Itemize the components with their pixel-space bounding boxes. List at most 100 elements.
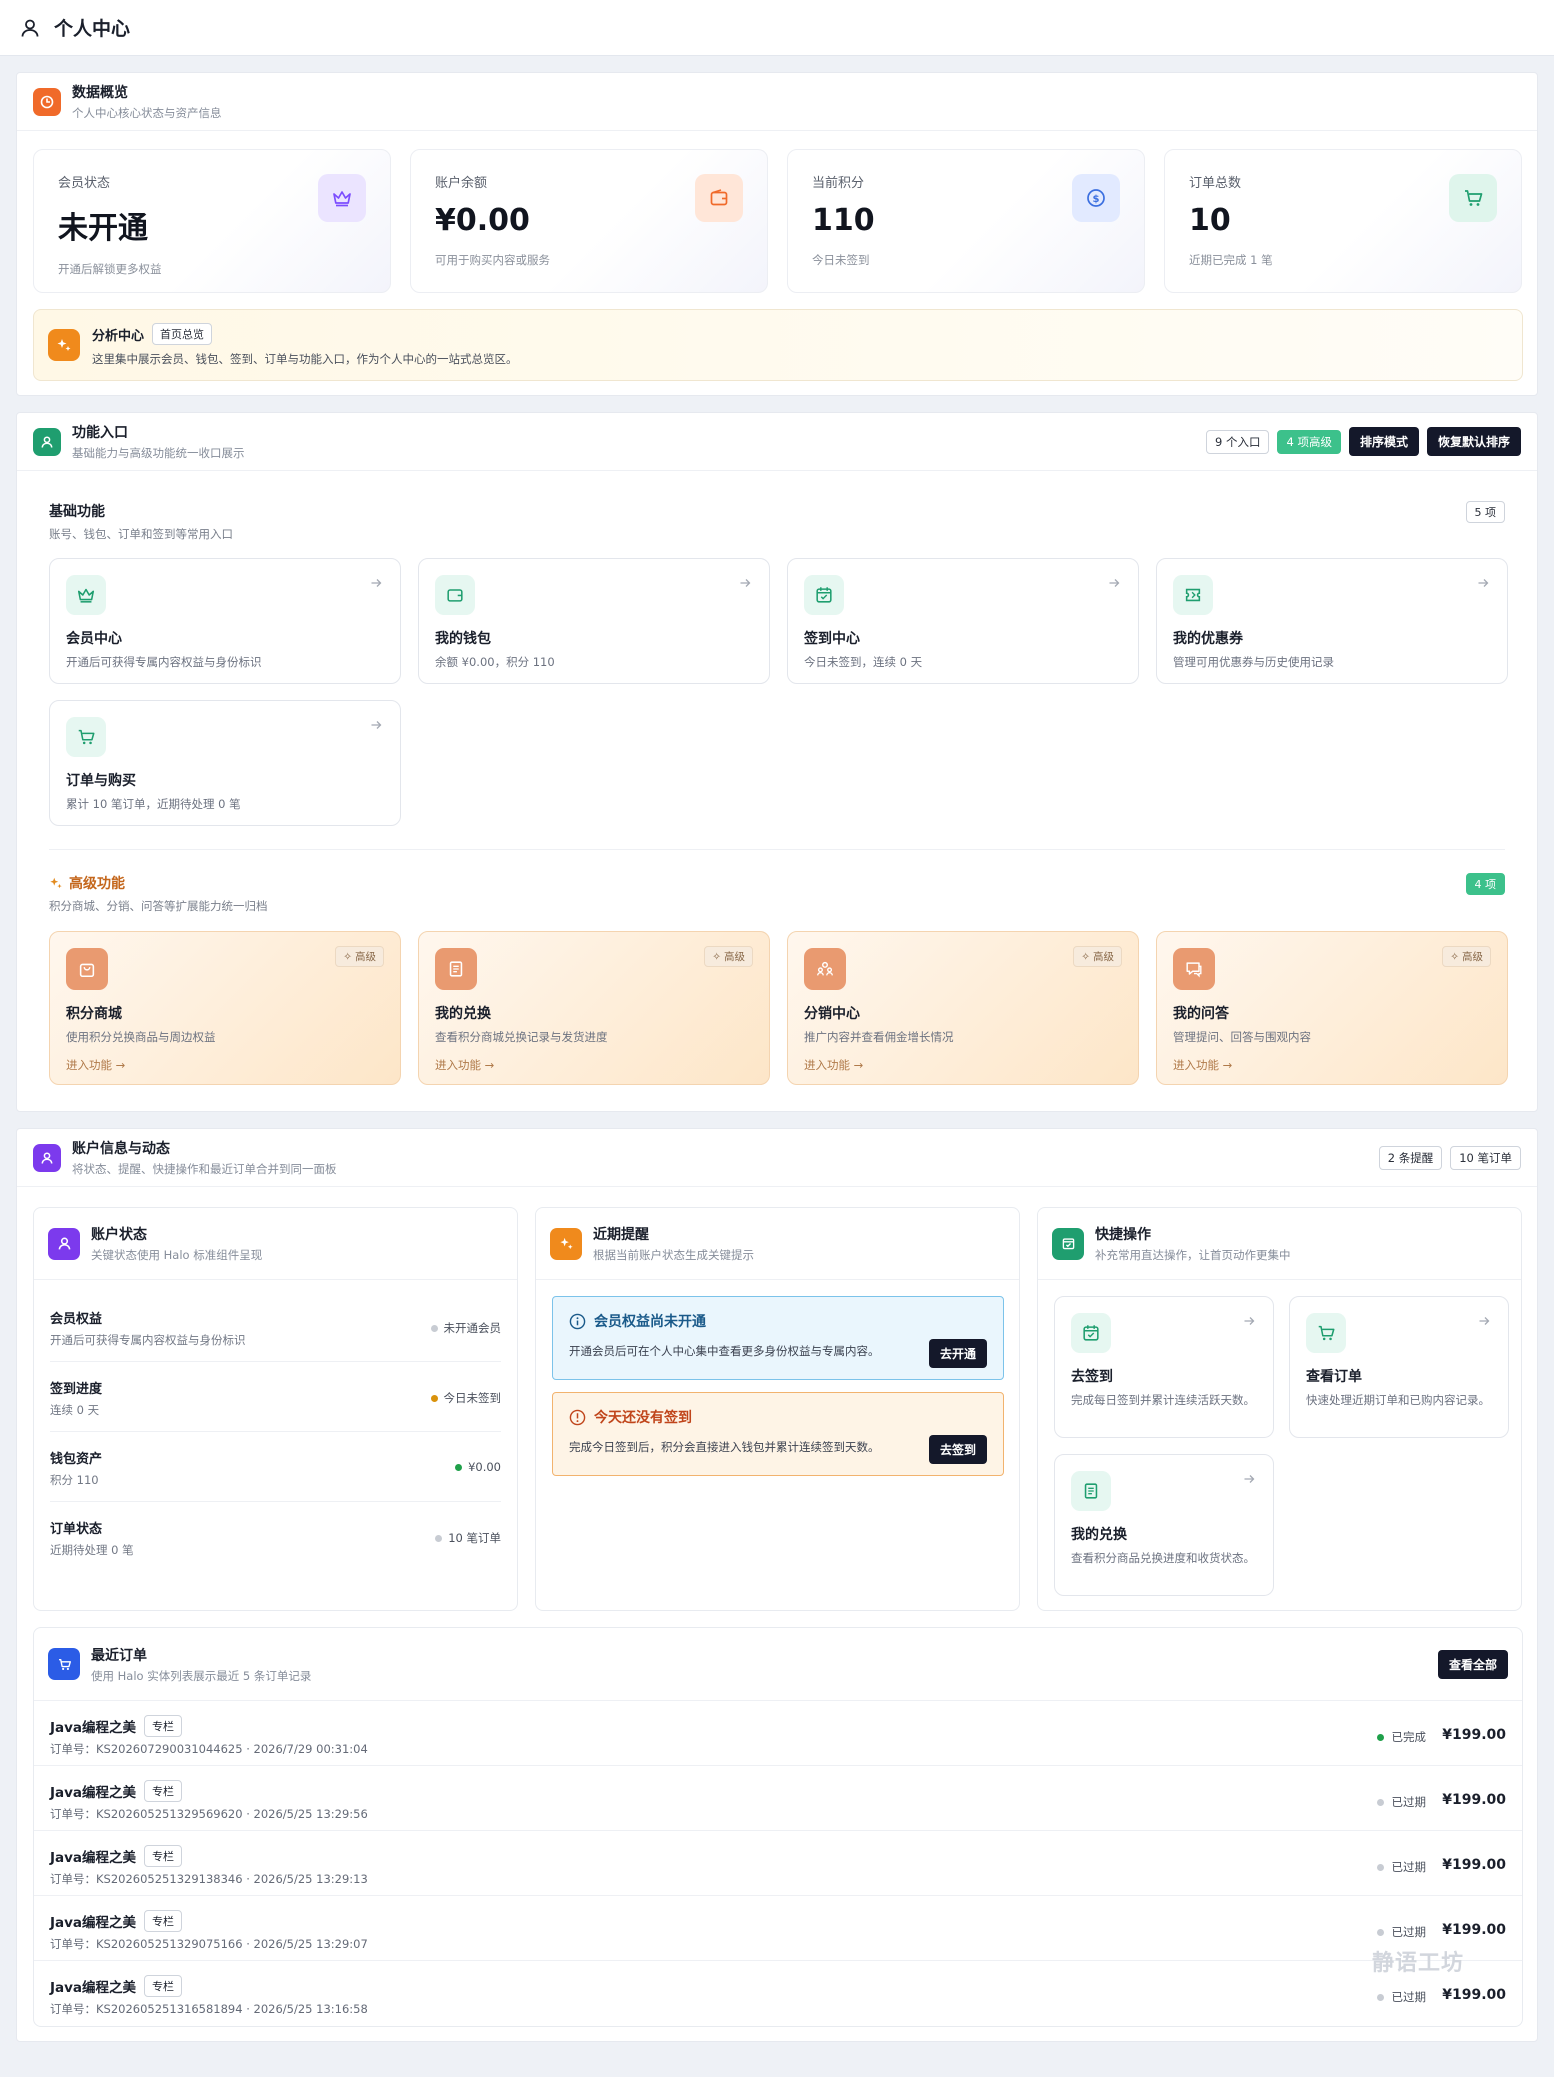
adv-card-qa[interactable]: ✧ 高级 我的问答 管理提问、回答与围观内容 进入功能 → [1156,931,1508,1085]
functions-panel: 功能入口 基础能力与高级功能统一收口展示 9 个入口 4 项高级 排序模式 恢复… [16,412,1538,1112]
order-row[interactable]: Java编程之美 专栏 订单号：KS202605251329138346 · 20… [34,1830,1522,1895]
sparkle-icon: ✧ [712,950,721,963]
warning-icon [569,1409,586,1426]
page-title: 个人中心 [54,18,131,40]
orders-title: 最近订单 [91,1647,147,1664]
reset-sort-button[interactable]: 恢复默认排序 [1426,427,1521,456]
quick-card-checkin[interactable]: 去签到 完成每日签到并累计连续活跃天数。 [1054,1296,1274,1438]
order-tag: 专栏 [144,1910,183,1932]
quick-card-exchange[interactable]: 我的兑换 查看积分商品兑换进度和收货状态。 [1054,1454,1274,1596]
sparkle-icon: ✧ [1081,950,1090,963]
arrow-right-icon [1108,577,1120,589]
adv-name: 我的问答 [1173,1006,1229,1022]
adv-card-points-mall[interactable]: ✧ 高级 积分商城 使用积分兑换商品与周边权益 进入功能 → [49,931,401,1085]
order-row[interactable]: Java编程之美 专栏 订单号：KS202605251329075166 · 20… [34,1895,1522,1960]
cart-icon [48,1648,80,1680]
sort-mode-button[interactable]: 排序模式 [1348,427,1419,456]
adv-desc: 查看积分商城兑换记录与发货进度 [435,1030,608,1044]
status-badge: 今日未签到 [430,1390,501,1406]
func-card-member-center[interactable]: 会员中心 开通后可获得专属内容权益与身份标识 [49,558,401,684]
chart-icon [33,87,61,116]
ticket-icon [1173,575,1213,615]
functions-header: 功能入口 基础能力与高级功能统一收口展示 9 个入口 4 项高级 排序模式 恢复… [17,413,1537,471]
orders-subtitle: 使用 Halo 实体列表展示最近 5 条订单记录 [91,1668,312,1683]
func-card-orders[interactable]: 订单与购买 累计 10 笔订单，近期待处理 0 笔 [49,700,401,826]
status-row-wallet: 钱包资产 积分 110 ¥0.00 [50,1432,501,1502]
func-name: 订单与购买 [66,773,136,789]
advanced-title: 高级功能 [69,876,125,892]
reminders-panel: 近期提醒 根据当前账户状态生成关键提示 会员权益尚未开通 开通会员后可在个人中心… [535,1207,1020,1611]
advanced-badge: ✧ 高级 [1073,946,1122,967]
banner-title: 分析中心 [92,328,145,344]
banner-desc: 这里集中展示会员、钱包、签到、订单与功能入口，作为个人中心的一站式总览区。 [92,352,518,366]
stat-sub: 开通后解锁更多权益 [58,262,162,276]
entry-count-tag: 9 个入口 [1206,429,1270,454]
advanced-badge: ✧ 高级 [704,946,753,967]
func-card-checkin[interactable]: 签到中心 今日未签到，连续 0 天 [787,558,1139,684]
func-card-wallet[interactable]: 我的钱包 余额 ¥0.00，积分 110 [418,558,770,684]
sparkle-icon [550,1227,582,1260]
view-all-orders-button[interactable]: 查看全部 [1437,1649,1508,1679]
functions-subtitle: 基础能力与高级功能统一收口展示 [72,446,245,460]
arrow-right-icon [1243,1473,1255,1485]
chat-icon [1173,948,1215,990]
func-card-coupons[interactable]: 我的优惠券 管理可用优惠券与历史使用记录 [1156,558,1508,684]
func-desc: 累计 10 笔订单，近期待处理 0 笔 [66,797,241,811]
quick-title: 快捷操作 [1095,1227,1151,1243]
analysis-banner: 分析中心 首页总览 这里集中展示会员、钱包、签到、订单与功能入口，作为个人中心的… [33,309,1523,381]
order-tag: 专栏 [144,1845,183,1867]
stat-card-balance[interactable]: 账户余额 ¥0.00 可用于购买内容或服务 [410,149,768,293]
status-title: 账户状态 [91,1227,147,1243]
quick-card-orders[interactable]: 查看订单 快速处理近期订单和已购内容记录。 [1289,1296,1509,1438]
order-row[interactable]: Java编程之美 专栏 订单号：KS202605251316581894 · 20… [34,1960,1522,2025]
func-name: 我的优惠券 [1173,631,1243,647]
adv-card-distribution[interactable]: ✧ 高级 分销中心 推广内容并查看佣金增长情况 进入功能 → [787,931,1139,1085]
func-desc: 管理可用优惠券与历史使用记录 [1173,655,1334,669]
adv-name: 我的兑换 [435,1006,491,1022]
basic-title: 基础功能 [49,504,105,520]
func-desc: 余额 ¥0.00，积分 110 [435,655,555,669]
cart-icon [1449,174,1497,222]
sparkle-icon [49,876,63,890]
arrow-right-icon [1478,1315,1490,1327]
order-row[interactable]: Java编程之美 专栏 订单号：KS20260729003104462​5 · 2… [34,1700,1522,1765]
watermark: 静语工坊 [1372,1951,1465,1976]
status-badge: ¥0.00 [455,1460,501,1474]
calendar-check-icon [804,575,844,615]
arrow-right-icon [1243,1315,1255,1327]
sparkle-icon [48,329,80,361]
reminder-title: 今天还没有签到 [594,1410,692,1426]
info-icon [569,1313,586,1330]
reminders-subtitle: 根据当前账户状态生成关键提示 [593,1248,754,1262]
functions-title: 功能入口 [72,425,128,441]
reminder-checkin: 今天还没有签到 完成今日签到后，积分会直接进入钱包并累计连续签到天数。 去签到 [552,1392,1004,1476]
stat-card-points[interactable]: 当前积分 110 今日未签到 $ [787,149,1145,293]
coin-icon: $ [1072,174,1120,222]
enter-function-link[interactable]: 进入功能 → [804,1057,1122,1073]
activate-membership-button[interactable]: 去开通 [928,1339,987,1368]
enter-function-link[interactable]: 进入功能 → [435,1057,753,1073]
func-desc: 开通后可获得专属内容权益与身份标识 [66,655,262,669]
status-row-orders: 订单状态 近期待处理 0 笔 10 笔订单 [50,1522,501,1557]
arrow-right-icon [370,577,382,589]
enter-function-link[interactable]: 进入功能 → [1173,1057,1491,1073]
crown-icon [318,174,366,222]
stat-card-membership[interactable]: 会员状态 未开通 开通后解锁更多权益 [33,149,391,293]
reminder-desc: 开通会员后可在个人中心集中查看更多身份权益与专属内容。 [569,1344,880,1358]
advanced-count-tag: 4 项高级 [1277,429,1341,454]
adv-card-exchange[interactable]: ✧ 高级 我的兑换 查看积分商城兑换记录与发货进度 进入功能 → [418,931,770,1085]
func-name: 我的钱包 [435,631,491,647]
shopping-bag-icon [66,948,108,990]
advanced-badge: ✧ 高级 [335,946,384,967]
enter-function-link[interactable]: 进入功能 → [66,1057,384,1073]
checkin-button[interactable]: 去签到 [928,1435,987,1464]
account-title: 账户信息与动态 [72,1141,170,1157]
stat-card-orders[interactable]: 订单总数 10 近期已完成 1 笔 [1164,149,1522,293]
order-row[interactable]: Java编程之美 专栏 订单号：KS202605251329569620 · 20… [34,1765,1522,1830]
reminder-membership: 会员权益尚未开通 开通会员后可在个人中心集中查看更多身份权益与专属内容。 去开通 [552,1296,1004,1380]
advanced-count: 4 项 [1465,873,1505,895]
overview-title: 数据概览 [72,85,128,101]
account-header: 账户信息与动态 将状态、提醒、快捷操作和最近订单合并到同一面板 2 条提醒 10… [17,1129,1537,1187]
status-badge: 已过期 [1376,1989,1426,2005]
reminder-title: 会员权益尚未开通 [594,1314,706,1330]
